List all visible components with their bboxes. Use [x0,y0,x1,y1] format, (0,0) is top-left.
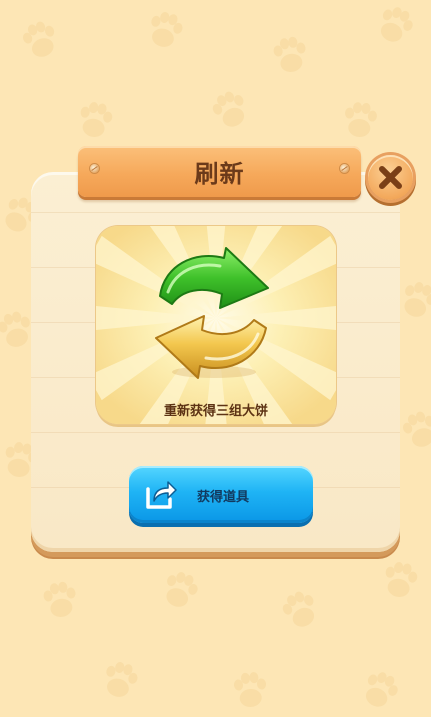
wood-grain [31,432,400,433]
dialog-title: 刷新 [194,160,245,188]
title-plank: 刷新 [78,146,361,197]
close-button[interactable] [368,155,413,200]
get-item-button-label: 获得道具 [197,490,250,505]
close-icon [379,166,402,189]
item-card: 重新获得三组大饼 [96,226,336,424]
get-item-button[interactable]: 获得道具 [129,466,313,523]
item-caption: 重新获得三组大饼 [163,404,268,419]
wood-grain [31,212,400,213]
share-icon [146,481,177,509]
refresh-arrows-icon [155,247,269,379]
